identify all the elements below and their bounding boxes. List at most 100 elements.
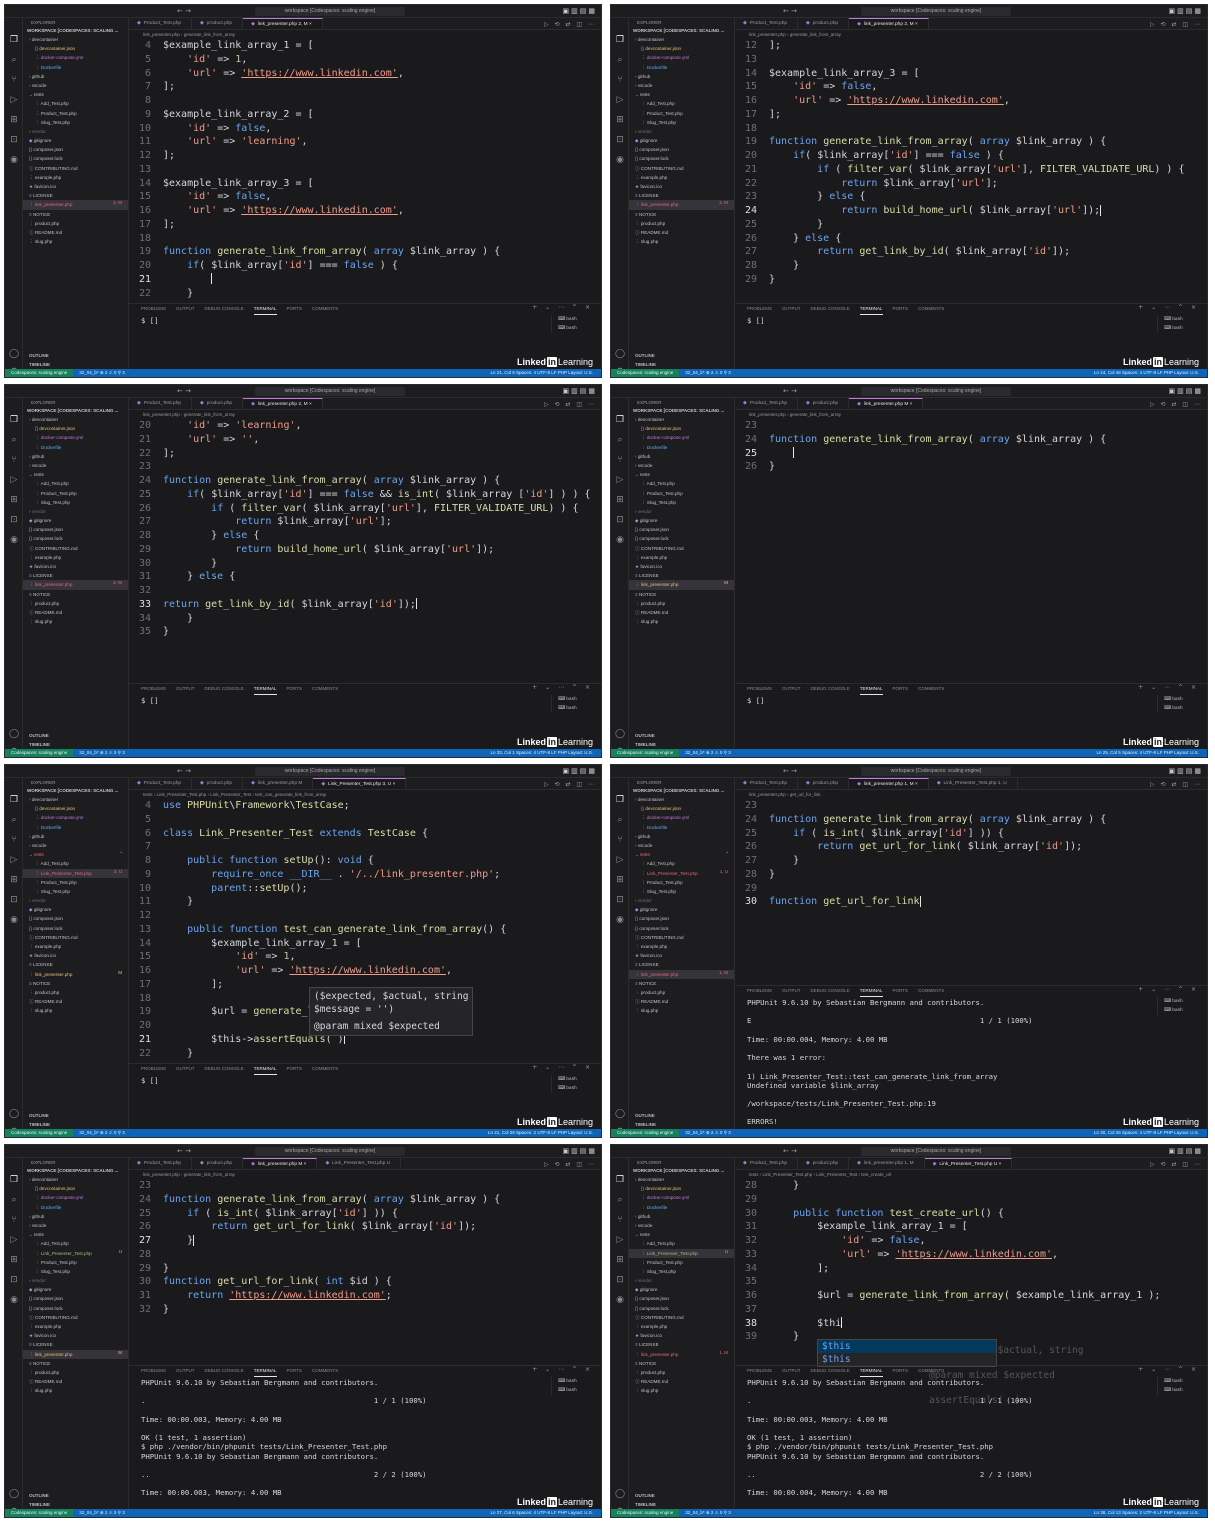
file-tree-item[interactable]: ⋮ example.php xyxy=(629,942,734,951)
panel-tab-debug-console[interactable]: DEBUG CONSOLE xyxy=(811,1366,850,1376)
file-tree-item[interactable]: ≡ LICENSE xyxy=(23,1340,128,1349)
command-center-search[interactable]: workspace [Codespaces: scaling engine] xyxy=(255,1147,405,1156)
file-tree-item[interactable]: › github xyxy=(629,1212,734,1221)
files-icon[interactable]: ❐ xyxy=(8,414,20,426)
file-tree-item[interactable]: ⋮ example.php xyxy=(629,173,734,182)
file-tree-item[interactable]: ⋮ example.php xyxy=(23,553,128,562)
file-tree-item[interactable]: ⋮ Dockerfile xyxy=(23,443,128,452)
file-tree-item[interactable]: ⋮ Product_Test.php xyxy=(23,489,128,498)
files-icon[interactable]: ❐ xyxy=(614,1174,626,1186)
remote-indicator[interactable]: Codespaces: scaling engine xyxy=(611,1509,680,1517)
file-tree-item[interactable]: ⋮ Slug_Test.php xyxy=(629,118,734,127)
breadcrumb[interactable]: link_presenter.php › get_url_for_link xyxy=(735,790,1207,799)
file-tree-item[interactable]: ⓘ README.md xyxy=(23,228,128,237)
workspace-root[interactable]: WORKSPACE [CODESPACES: SCALING ... xyxy=(629,1167,734,1175)
file-tree-item[interactable]: ⋮ Product_Test.php xyxy=(629,878,734,887)
terminal-instance[interactable]: ⌨ bash xyxy=(552,1386,595,1395)
file-tree-item[interactable]: ≡ LICENSE xyxy=(629,571,734,580)
panel-tab-problems[interactable]: PROBLEMS xyxy=(747,304,772,314)
panel-tab-debug-console[interactable]: DEBUG CONSOLE xyxy=(811,986,850,996)
timeline-section[interactable]: TIMELINE xyxy=(629,1500,734,1509)
remote-indicator[interactable]: Codespaces: scaling engine xyxy=(5,1129,74,1137)
terminal-output[interactable]: PHPUnit 9.6.10 by Sebastian Bergmann and… xyxy=(735,1378,1155,1508)
code-editor[interactable]: 23 24 function generate_link_from_array( a… xyxy=(735,799,1207,983)
file-tree-item[interactable]: › github xyxy=(629,452,734,461)
file-tree-item[interactable]: › github xyxy=(629,832,734,841)
file-tree-item[interactable]: › devcontainer xyxy=(629,1175,734,1184)
cursor-position-info[interactable]: Ln 25, Col 5 Spaces: 4 UTF-8 LF PHP Layo… xyxy=(1097,749,1199,757)
file-tree-item[interactable]: ◆ gitignore xyxy=(23,905,128,914)
file-tree-item[interactable]: ⓘ README.md xyxy=(629,608,734,617)
source-control-icon[interactable]: ⑂ xyxy=(8,454,20,466)
file-tree-item[interactable]: ⋮ link_presenter.php 2, M xyxy=(23,580,128,590)
file-tree-item[interactable]: › vendor xyxy=(629,1276,734,1285)
file-tree-item[interactable]: ⓘ CONTRIBUTING.md xyxy=(629,164,734,173)
source-control-icon[interactable]: ⑂ xyxy=(8,74,20,86)
remote-indicator[interactable]: Codespaces: scaling engine xyxy=(5,1509,74,1517)
editor-tab[interactable]: ◆ Link_Presenter_Test.php 1, U xyxy=(929,778,1018,789)
file-tree-item[interactable]: › vendor xyxy=(629,127,734,136)
file-tree-item[interactable]: ★ favicon.ico xyxy=(23,562,128,571)
extensions-icon[interactable]: ⊞ xyxy=(8,874,20,886)
terminal-instance[interactable]: ⌨ bash xyxy=(552,315,595,324)
editor-tab[interactable]: ◆ product.php xyxy=(798,1158,850,1169)
branch-indicator[interactable]: 32_04_b* xyxy=(685,750,704,755)
github-icon[interactable]: ◉ xyxy=(8,154,20,166)
run-debug-icon[interactable]: ▷ xyxy=(8,474,20,486)
file-tree-item[interactable]: ⋮ Product_Test.php xyxy=(629,109,734,118)
file-tree-item[interactable]: ⓘ README.md xyxy=(629,1377,734,1386)
workspace-root[interactable]: WORKSPACE [CODESPACES: SCALING ... xyxy=(23,27,128,35)
file-tree-item[interactable]: ◆ gitignore xyxy=(629,905,734,914)
file-tree-item[interactable]: ⌄ tests xyxy=(629,90,734,99)
file-tree-item[interactable]: ⋮ Product_Test.php xyxy=(23,1258,128,1267)
panel-actions[interactable]: + ⌄ ⋯ ^ × xyxy=(1138,1366,1199,1373)
file-tree-item[interactable]: ⋮ example.php xyxy=(23,1322,128,1331)
github-icon[interactable]: ◉ xyxy=(614,1294,626,1306)
terminal-instance[interactable]: ⌨ bash xyxy=(1158,1377,1201,1386)
file-tree-item[interactable]: ⓘ CONTRIBUTING.md xyxy=(629,1313,734,1322)
editor-actions[interactable]: ▷ ⟲ ⇄ ◫ ⋯ xyxy=(544,1161,596,1168)
autocomplete-dropdown[interactable]: $this $this xyxy=(817,1339,997,1367)
file-tree-item[interactable]: ⌄ tests • xyxy=(23,850,128,859)
panel-tab-problems[interactable]: PROBLEMS xyxy=(141,1064,166,1074)
problems-indicator[interactable]: ⊗ 2 ⚠ 0 xyxy=(100,1510,117,1515)
editor-actions[interactable]: ▷ ⟲ ⇄ ◫ ⋯ xyxy=(544,401,596,408)
remote-explorer-icon[interactable]: ⊡ xyxy=(8,134,20,146)
file-tree-item[interactable]: ⋮ docker-compose.yml xyxy=(629,813,734,822)
ports-indicator[interactable]: ⚲ 3 xyxy=(118,370,125,375)
panel-tab-terminal[interactable]: TERMINAL xyxy=(253,304,277,315)
file-tree-item[interactable]: {} composer.lock xyxy=(629,924,734,933)
branch-indicator[interactable]: 32_04_b* xyxy=(685,370,704,375)
remote-explorer-icon[interactable]: ⊡ xyxy=(8,514,20,526)
file-tree-item[interactable]: {} composer.lock xyxy=(629,154,734,163)
terminal-instance[interactable]: ⌨ bash xyxy=(1158,695,1201,704)
timeline-section[interactable]: TIMELINE xyxy=(629,360,734,369)
terminal-instance[interactable]: ⌨ bash xyxy=(1158,1006,1201,1015)
close-tab-icon[interactable]: × xyxy=(308,22,312,27)
file-tree-item[interactable]: ⋮ slug.php xyxy=(23,617,128,626)
outline-section[interactable]: OUTLINE xyxy=(23,731,128,740)
terminal-instance[interactable]: ⌨ bash xyxy=(1158,1386,1201,1395)
layout-toggle-icons[interactable]: ▣▥▤▦ xyxy=(563,7,597,15)
account-icon[interactable]: ◯ xyxy=(614,1108,626,1120)
file-tree-item[interactable]: › github xyxy=(23,832,128,841)
file-tree-item[interactable]: ⋮ docker-compose.yml xyxy=(23,53,128,62)
file-tree-item[interactable]: › devcontainer xyxy=(629,415,734,424)
file-tree-item[interactable]: {} devcontainer.json xyxy=(23,804,128,813)
file-tree-item[interactable]: › github xyxy=(23,1212,128,1221)
file-tree-item[interactable]: {} composer.lock xyxy=(629,1304,734,1313)
file-tree-item[interactable]: ⋮ link_presenter.php M xyxy=(23,970,128,979)
editor-tab[interactable]: ◆ Link_Presenter_Test.php 3, U × xyxy=(313,778,407,789)
branch-indicator[interactable]: 32_04_b* xyxy=(79,1510,98,1515)
panel-actions[interactable]: + ⌄ ⋯ ^ × xyxy=(532,684,593,691)
file-tree-item[interactable]: {} composer.lock xyxy=(23,154,128,163)
github-icon[interactable]: ◉ xyxy=(8,534,20,546)
terminal-instance[interactable]: ⌨ bash xyxy=(1158,324,1201,333)
file-tree-item[interactable]: ⋮ product.php xyxy=(23,1368,128,1377)
file-tree-item[interactable]: ⋮ product.php xyxy=(629,988,734,997)
timeline-section[interactable]: TIMELINE xyxy=(629,740,734,749)
panel-tab-debug-console[interactable]: DEBUG CONSOLE xyxy=(205,304,244,314)
file-tree-item[interactable]: ⋮ Dockerfile xyxy=(23,63,128,72)
extensions-icon[interactable]: ⊞ xyxy=(614,494,626,506)
terminal-output[interactable]: $ [] xyxy=(129,316,549,368)
